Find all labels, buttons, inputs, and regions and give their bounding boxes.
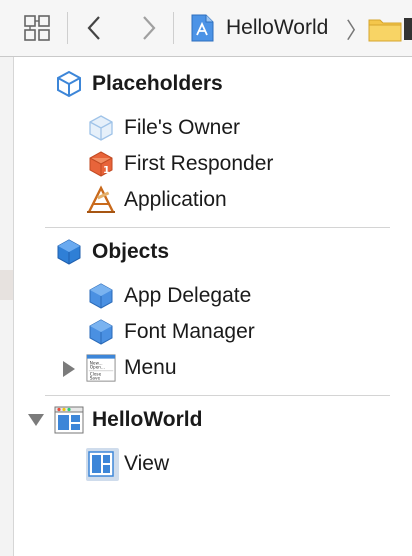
related-items-icon[interactable] bbox=[22, 13, 52, 43]
item-label: Application bbox=[124, 188, 227, 211]
xcode-project-icon[interactable] bbox=[186, 12, 218, 44]
outline-item-application[interactable]: Application bbox=[86, 183, 227, 217]
back-chevron-icon[interactable] bbox=[80, 13, 108, 43]
outline-item-files-owner[interactable]: File's Owner bbox=[86, 111, 240, 145]
font-manager-cube-icon bbox=[86, 317, 116, 347]
item-label: App Delegate bbox=[124, 284, 252, 307]
window-disclosure-triangle[interactable] bbox=[28, 414, 44, 426]
section-objects[interactable]: Objects bbox=[54, 235, 169, 269]
section-title: Objects bbox=[92, 240, 170, 263]
section-placeholders[interactable]: Placeholders bbox=[54, 67, 223, 101]
section-divider bbox=[45, 395, 390, 396]
outline-item-first-responder[interactable]: 1 First Responder bbox=[86, 147, 273, 181]
view-icon bbox=[86, 449, 116, 479]
application-icon bbox=[86, 185, 116, 215]
first-responder-cube-icon: 1 bbox=[86, 149, 116, 179]
outline-item-menu[interactable]: New... Open... Close Save Menu bbox=[86, 351, 177, 385]
folder-icon[interactable] bbox=[368, 15, 402, 43]
placeholder-cube-icon bbox=[54, 69, 84, 99]
truncated-breadcrumb bbox=[404, 18, 412, 40]
menu-thumb-line: Save bbox=[90, 376, 101, 381]
item-label: Menu bbox=[124, 356, 177, 379]
breadcrumb-separator: 〉 bbox=[346, 18, 369, 43]
breadcrumb-project[interactable]: HelloWorld bbox=[226, 14, 328, 42]
objects-cube-icon bbox=[54, 237, 84, 267]
section-title: HelloWorld bbox=[92, 408, 203, 431]
item-label: First Responder bbox=[124, 152, 274, 175]
menu-thumb-line: Open... bbox=[90, 364, 105, 369]
toolbar-separator bbox=[173, 12, 174, 44]
outline-item-view[interactable]: View bbox=[86, 447, 169, 481]
toolbar-separator bbox=[67, 12, 68, 44]
menu-thumbnail-icon: New... Open... Close Save bbox=[86, 353, 116, 383]
section-divider bbox=[45, 227, 390, 228]
item-label: View bbox=[124, 452, 170, 475]
window-icon bbox=[54, 405, 84, 435]
outline-item-app-delegate[interactable]: App Delegate bbox=[86, 279, 251, 313]
files-owner-cube-icon bbox=[86, 113, 116, 143]
left-gutter bbox=[0, 57, 14, 556]
gutter-marker bbox=[0, 270, 14, 300]
item-label: File's Owner bbox=[124, 116, 241, 139]
menu-disclosure-triangle[interactable] bbox=[63, 361, 75, 377]
jump-bar: HelloWorld 〉 bbox=[0, 0, 412, 57]
outline-item-font-manager[interactable]: Font Manager bbox=[86, 315, 255, 349]
section-title: Placeholders bbox=[92, 72, 223, 95]
forward-chevron-icon[interactable] bbox=[135, 13, 163, 43]
responder-badge-text: 1 bbox=[103, 165, 110, 176]
item-label: Font Manager bbox=[124, 320, 255, 343]
outline-item-window[interactable]: HelloWorld bbox=[54, 403, 202, 437]
app-delegate-cube-icon bbox=[86, 281, 116, 311]
